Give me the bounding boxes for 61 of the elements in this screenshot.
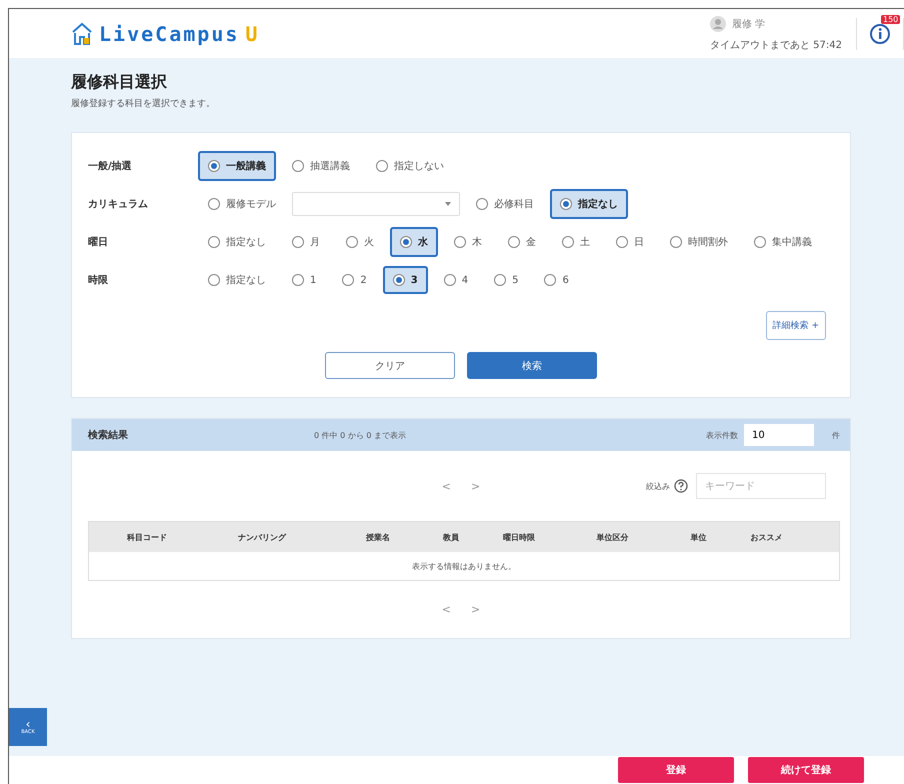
logo-mark: U (245, 22, 258, 46)
column-header[interactable]: 教員 (436, 522, 497, 552)
notification-badge: 150 (881, 14, 900, 24)
radio-option[interactable]: 必修科目 (466, 189, 544, 219)
filter-label: 絞込み (646, 480, 670, 492)
radio-option[interactable]: 月 (282, 227, 330, 257)
radio-option[interactable]: 土 (552, 227, 600, 257)
radio-option[interactable]: 水 (390, 227, 438, 257)
radio-option[interactable]: 指定しない (366, 151, 454, 181)
column-header[interactable]: 科目コード (121, 522, 232, 552)
radio-option[interactable]: 火 (336, 227, 384, 257)
radio-option[interactable]: 指定なし (198, 265, 276, 295)
results-title: 検索結果 (88, 428, 129, 442)
column-header[interactable]: おススメ (744, 522, 840, 552)
radio-option[interactable]: 履修モデル (198, 189, 286, 219)
filter-label: 時限 (88, 274, 109, 287)
radio-option[interactable]: 4 (434, 266, 478, 294)
column-header[interactable]: ナンバリング (232, 522, 360, 552)
radio-option[interactable]: 3 (382, 266, 428, 294)
per-page-unit: 件 (832, 430, 840, 440)
page-subtitle: 履修登録する科目を選択できます。 (71, 98, 216, 110)
info-icon[interactable] (869, 22, 891, 44)
radio-option[interactable]: 時間割外 (660, 227, 738, 257)
register-button[interactable]: 続けて登録 (748, 757, 864, 783)
radio-option[interactable]: 5 (484, 266, 528, 294)
radio-option[interactable]: 2 (332, 266, 377, 294)
school-building-icon (71, 22, 93, 46)
filter-label: 曜日 (88, 236, 109, 249)
radio-option[interactable]: 1 (282, 266, 326, 294)
logo-text: LiveCampus (99, 22, 240, 46)
register-button[interactable]: 登録 (618, 757, 734, 783)
column-header[interactable]: 授業名 (360, 522, 437, 552)
radio-option[interactable]: 集中講義 (744, 227, 822, 257)
column-header[interactable]: 曜日時限 (496, 522, 591, 552)
radio-option[interactable]: 6 (534, 266, 579, 294)
timeout-text: タイムアウトまであと 57:42 (710, 38, 842, 52)
radio-option[interactable]: 金 (498, 227, 546, 257)
per-page-field[interactable]: 10 (744, 424, 814, 446)
radio-option[interactable]: 指定なし (550, 189, 628, 219)
clear-button[interactable]: クリア (325, 352, 455, 379)
avatar-icon (710, 16, 726, 32)
filter-label: 一般/抽選 (88, 160, 133, 173)
keyword-field[interactable]: キーワード (696, 473, 826, 499)
per-page-label: 表示件数 (706, 430, 738, 440)
dropdown-field[interactable] (292, 192, 460, 216)
search-button[interactable]: 検索 (467, 352, 597, 379)
filter-label: カリキュラム (88, 198, 149, 211)
user-name: 履修 学 (732, 18, 766, 30)
radio-option[interactable]: 木 (444, 227, 492, 257)
radio-option[interactable]: 日 (606, 227, 654, 257)
help-icon[interactable] (674, 479, 688, 493)
advanced-search-button[interactable]: 詳細検索 + (766, 311, 826, 340)
column-header[interactable]: 単位区分 (590, 522, 685, 552)
radio-option[interactable]: 一般講義 (198, 151, 276, 181)
results-summary: 0 件中 0 から 0 まで表示 (314, 430, 407, 440)
radio-option[interactable]: 指定なし (198, 227, 276, 257)
empty-message: 表示する情報はありません。 (88, 552, 840, 580)
page-title: 履修科目選択 (71, 72, 168, 93)
column-header[interactable]: 単位 (684, 522, 744, 552)
radio-option[interactable]: 抽選講義 (282, 151, 360, 181)
caret-icon (445, 202, 451, 206)
